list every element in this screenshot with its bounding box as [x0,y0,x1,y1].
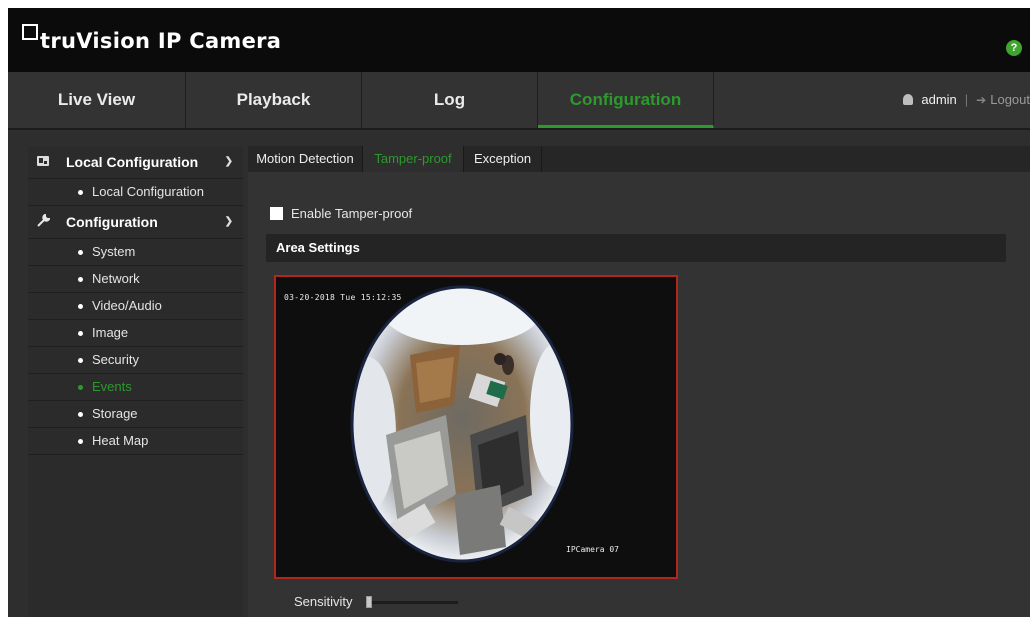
local-config-icon [37,156,49,166]
app-window: truVision IP Camera ? Live View Playback… [8,8,1030,617]
sub-tab-bar: Motion Detection Tamper-proof Exception [248,146,1030,172]
tab-configuration[interactable]: Configuration [538,72,714,128]
sidebar-item-network[interactable]: Network [28,266,243,293]
fisheye-camera-image [350,285,574,563]
sidebar-item-label: Events [92,379,132,394]
chevron-down-icon: ❯ [224,216,233,227]
checkbox-label: Enable Tamper-proof [291,206,413,221]
sensitivity-slider[interactable] [366,596,458,608]
sidebar-item-heat-map[interactable]: Heat Map [28,428,243,455]
tab-motion-detection[interactable]: Motion Detection [248,146,363,172]
tab-tamper-proof[interactable]: Tamper-proof [363,146,464,172]
user-area: admin | ➔ Logout [903,72,1030,128]
bullet-icon [78,412,83,417]
tamper-area-video[interactable]: 03-20-2018 Tue 15:12:35 IPCamera 07 [274,275,678,579]
sidebar-group-configuration[interactable]: Configuration ❯ [28,206,243,239]
sidebar-item-label: Network [92,271,140,286]
checkbox-box[interactable] [270,207,283,220]
sidebar-item-events[interactable]: Events [28,374,243,401]
brand-logo: truVision IP Camera [22,24,282,53]
main-panel: Motion Detection Tamper-proof Exception … [248,146,1030,617]
sidebar-item-label: Security [92,352,139,367]
sidebar-item-label: Storage [92,406,138,421]
user-separator: | [964,92,969,107]
sidebar-item-local-configuration[interactable]: Local Configuration [28,179,243,206]
bullet-icon [78,331,83,336]
sidebar-group-label: Local Configuration [66,154,199,170]
product-name: IP Camera [157,29,282,53]
logout-link[interactable]: Logout [990,92,1030,107]
osd-camera-name: IPCamera 07 [566,545,619,554]
sidebar-item-video-audio[interactable]: Video/Audio [28,293,243,320]
main-navigation: Live View Playback Log Configuration adm… [8,72,1030,130]
user-icon [903,94,914,105]
sidebar-item-label: Image [92,325,129,340]
logout-icon[interactable]: ➔ [976,93,986,107]
sensitivity-label: Sensitivity [294,594,353,609]
sidebar-item-label: Video/Audio [92,298,162,313]
help-icon[interactable]: ? [1006,40,1022,56]
brand-name: truVision [40,29,151,53]
chevron-down-icon: ❯ [224,156,233,167]
sidebar-item-label: System [92,244,136,259]
bullet-icon [78,439,83,444]
sidebar-item-storage[interactable]: Storage [28,401,243,428]
logo-mark-icon [22,24,38,40]
bullet-icon [78,190,83,195]
tab-log[interactable]: Log [362,72,538,128]
sidebar-item-security[interactable]: Security [28,347,243,374]
sidebar: Local Configuration ❯ Local Configuratio… [28,146,243,617]
bullet-icon [78,385,83,390]
sidebar-item-image[interactable]: Image [28,320,243,347]
area-settings-header: Area Settings [266,234,1006,262]
tab-live-view[interactable]: Live View [8,72,186,128]
sidebar-item-label: Heat Map [92,433,149,448]
sidebar-item-system[interactable]: System [28,239,243,266]
sidebar-group-local-configuration[interactable]: Local Configuration ❯ [28,146,243,179]
username: admin [921,92,957,107]
tab-exception[interactable]: Exception [464,146,542,172]
bullet-icon [78,277,83,282]
bullet-icon [78,250,83,255]
enable-tamper-proof-checkbox[interactable]: Enable Tamper-proof [270,206,412,222]
wrench-icon [37,214,50,227]
tab-playback[interactable]: Playback [186,72,362,128]
sidebar-group-label: Configuration [66,214,158,230]
sensitivity-slider-thumb[interactable] [366,596,372,608]
sidebar-item-label: Local Configuration [92,184,205,199]
osd-timestamp: 03-20-2018 Tue 15:12:35 [284,293,402,302]
bullet-icon [78,358,83,363]
top-bar: truVision IP Camera ? [8,8,1030,72]
bullet-icon [78,304,83,309]
